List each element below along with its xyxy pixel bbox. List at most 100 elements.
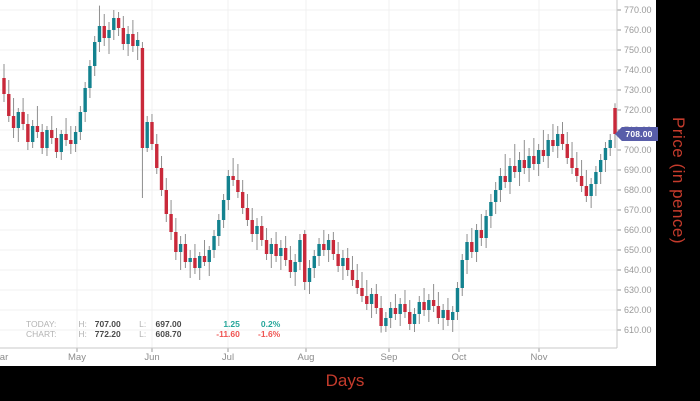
candle-body — [107, 30, 110, 38]
x-axis-month-label: Sep — [381, 352, 398, 363]
candle-body — [561, 134, 564, 144]
candle-body — [594, 172, 597, 184]
chart-low: 608.70 — [156, 329, 198, 339]
candle-body — [198, 256, 201, 268]
candle-body — [45, 130, 48, 148]
candle-body — [494, 190, 497, 202]
today-percent: 0.2% — [242, 319, 280, 329]
candle-body — [165, 190, 168, 214]
x-axis-month-label: May — [68, 352, 86, 363]
candle-body — [379, 308, 382, 326]
x-axis-month-label: Nov — [531, 352, 548, 363]
candle-body — [523, 160, 526, 168]
candle-body — [408, 312, 411, 324]
today-label: TODAY: — [26, 319, 76, 329]
candle-body — [456, 288, 459, 312]
candle-body — [518, 160, 521, 172]
candle-body — [217, 220, 220, 236]
candle-body — [193, 258, 196, 268]
candle-body — [604, 148, 607, 160]
candle-body — [141, 48, 144, 148]
candle-body — [270, 244, 273, 254]
candle-body — [327, 240, 330, 250]
candle-body — [203, 256, 206, 262]
candle-body — [188, 258, 191, 262]
candle-body — [394, 308, 397, 314]
y-axis-tick-label: 770.00 — [624, 5, 652, 15]
candle-body — [542, 150, 545, 156]
candle-body — [465, 242, 468, 260]
candle-body — [227, 176, 230, 200]
candle-body — [40, 132, 43, 148]
candle-body — [332, 240, 335, 254]
y-axis-tick-label: 740.00 — [624, 65, 652, 75]
candle-body — [513, 166, 516, 172]
candle-body — [298, 240, 301, 262]
y-axis-tick-label: 620.00 — [624, 305, 652, 315]
stock-chart-widget: 770.00760.00750.00740.00730.00720.00710.… — [0, 0, 700, 401]
x-axis-month-label: Jul — [222, 352, 234, 363]
candle-body — [508, 166, 511, 182]
price-chart[interactable]: 770.00760.00750.00740.00730.00720.00710.… — [0, 0, 656, 366]
candle-body — [609, 140, 612, 148]
candle-body — [441, 310, 444, 318]
candle-body — [88, 66, 91, 88]
candle-body — [136, 40, 139, 46]
candle-body — [308, 268, 311, 282]
candle-body — [437, 306, 440, 318]
candle-body — [475, 230, 478, 252]
candle-body — [322, 244, 325, 250]
candle-body — [551, 140, 554, 146]
candle-body — [184, 244, 187, 262]
chart-label: CHART: — [26, 329, 76, 339]
today-stats-row: TODAY: H: 707.00 L: 697.00 1.25 0.2% — [26, 319, 280, 329]
candle-body — [155, 144, 158, 168]
y-axis-tick-label: 650.00 — [624, 245, 652, 255]
candle-body — [212, 236, 215, 250]
candle-body — [346, 258, 349, 270]
candle-body — [241, 192, 244, 208]
candle-body — [370, 294, 373, 304]
y-axis-tick-label: 750.00 — [624, 45, 652, 55]
chart-stats-row: CHART: H: 772.20 L: 608.70 -11.60 -1.6% — [26, 329, 280, 339]
current-price-badge: 708.00 — [615, 127, 658, 141]
candle-body — [585, 186, 588, 196]
candle-body — [351, 270, 354, 280]
candle-body — [303, 234, 306, 282]
candle-body — [427, 300, 430, 310]
candle-body — [36, 126, 39, 132]
legend-info-box: TODAY: H: 707.00 L: 697.00 1.25 0.2% CHA… — [26, 319, 280, 339]
candle-body — [413, 314, 416, 324]
candle-body — [279, 248, 282, 256]
y-axis-title: Price (in pence) — [668, 117, 688, 244]
candle-body — [7, 94, 10, 116]
x-axis-title-panel: Days — [0, 366, 700, 401]
candle-body — [2, 78, 5, 94]
y-axis-tick-label: 630.00 — [624, 285, 652, 295]
candle-body — [546, 140, 549, 156]
today-change: 1.25 — [200, 319, 240, 329]
candle-body — [55, 138, 58, 152]
candle-body — [74, 132, 77, 144]
candle-body — [418, 302, 421, 314]
candle-body — [12, 116, 15, 128]
candle-body — [556, 134, 559, 146]
candle-body — [446, 310, 449, 320]
candle-body — [174, 232, 177, 252]
candle-body — [389, 308, 392, 318]
candle-body — [236, 180, 239, 192]
candle-body — [146, 122, 149, 148]
candle-body — [69, 140, 72, 144]
y-axis-title-panel: Price (in pence) — [656, 0, 700, 401]
candle-body — [112, 18, 115, 30]
candle-body — [470, 242, 473, 252]
low-label: L: — [139, 319, 153, 329]
candle-body — [566, 144, 569, 158]
candle-body — [575, 168, 578, 176]
candle-body — [79, 112, 82, 132]
candle-body — [537, 150, 540, 164]
high-label: H: — [78, 329, 92, 339]
x-axis-month-label: Jun — [144, 352, 159, 363]
chart-panel: 770.00760.00750.00740.00730.00720.00710.… — [0, 0, 656, 366]
candle-body — [50, 130, 53, 138]
